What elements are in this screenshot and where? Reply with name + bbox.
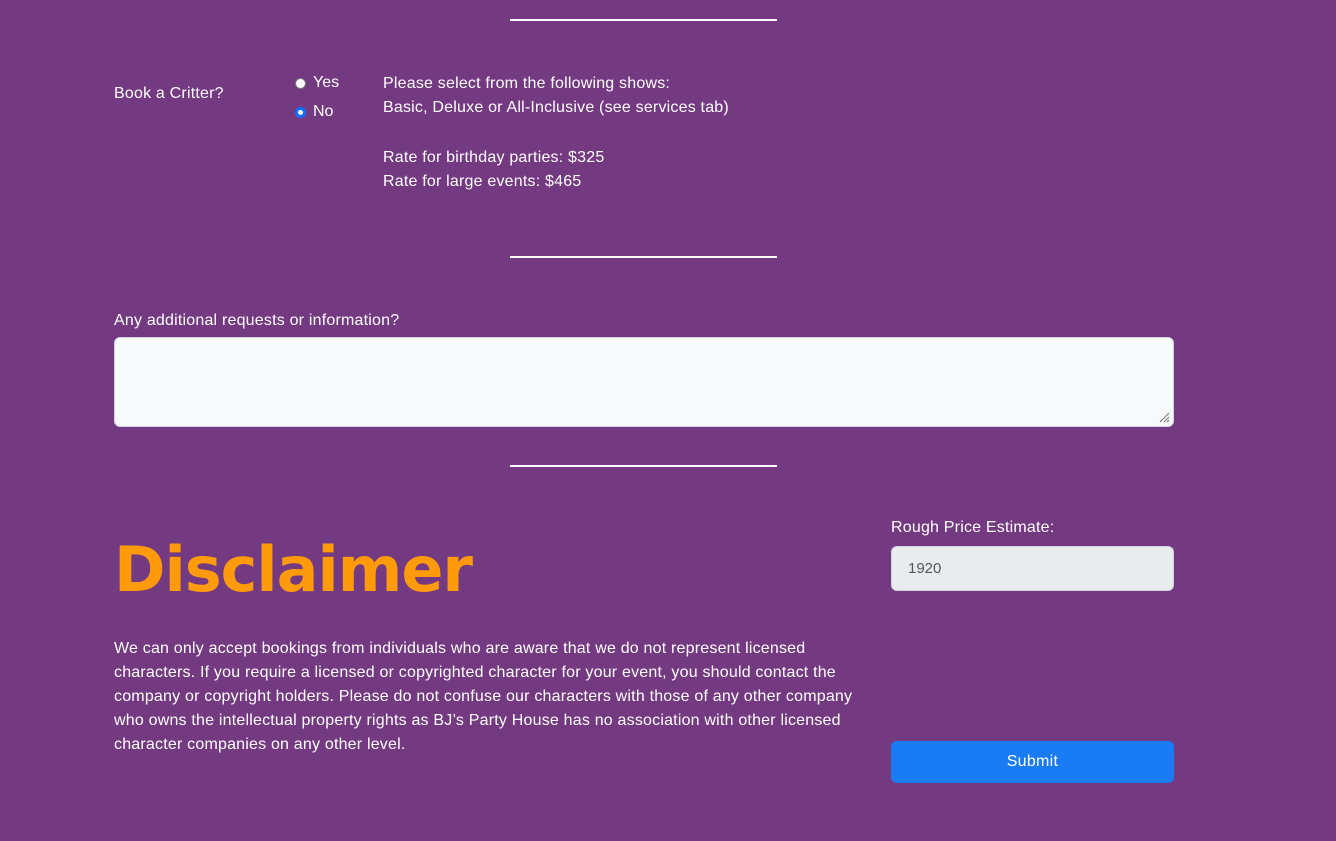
price-estimate-field[interactable]: 1920 bbox=[891, 546, 1174, 591]
critter-yes-option[interactable]: Yes bbox=[295, 74, 339, 92]
critter-question-label: Book a Critter? bbox=[114, 85, 224, 102]
info-line-1: Please select from the following shows: bbox=[383, 75, 671, 92]
section-divider bbox=[510, 256, 777, 258]
radio-yes-label: Yes bbox=[313, 74, 340, 91]
radio-no[interactable] bbox=[295, 106, 306, 118]
rate-events: Rate for large events: $465 bbox=[383, 173, 582, 190]
section-divider bbox=[510, 19, 777, 21]
section-divider bbox=[510, 465, 777, 467]
additional-requests-label: Any additional requests or information? bbox=[114, 312, 400, 329]
radio-no-label: No bbox=[313, 103, 334, 120]
resize-grip-icon[interactable] bbox=[1158, 411, 1170, 423]
price-estimate-label: Rough Price Estimate: bbox=[891, 519, 1055, 536]
disclaimer-text: We can only accept bookings from individ… bbox=[114, 640, 853, 753]
booking-form-page: Book a Critter? Yes No Please select fro… bbox=[0, 0, 1336, 841]
rate-birthday: Rate for birthday parties: $325 bbox=[383, 149, 605, 166]
info-line-2: Basic, Deluxe or All-Inclusive (see serv… bbox=[383, 99, 729, 116]
radio-yes[interactable] bbox=[295, 77, 306, 89]
submit-button[interactable]: Submit bbox=[891, 741, 1174, 783]
critter-no-option[interactable]: No bbox=[295, 103, 333, 121]
additional-requests-textarea[interactable] bbox=[114, 337, 1174, 427]
critter-info: Please select from the following shows: … bbox=[383, 72, 729, 120]
critter-rates: Rate for birthday parties: $325 Rate for… bbox=[383, 146, 604, 194]
disclaimer-heading: Disclaimer bbox=[114, 533, 473, 606]
